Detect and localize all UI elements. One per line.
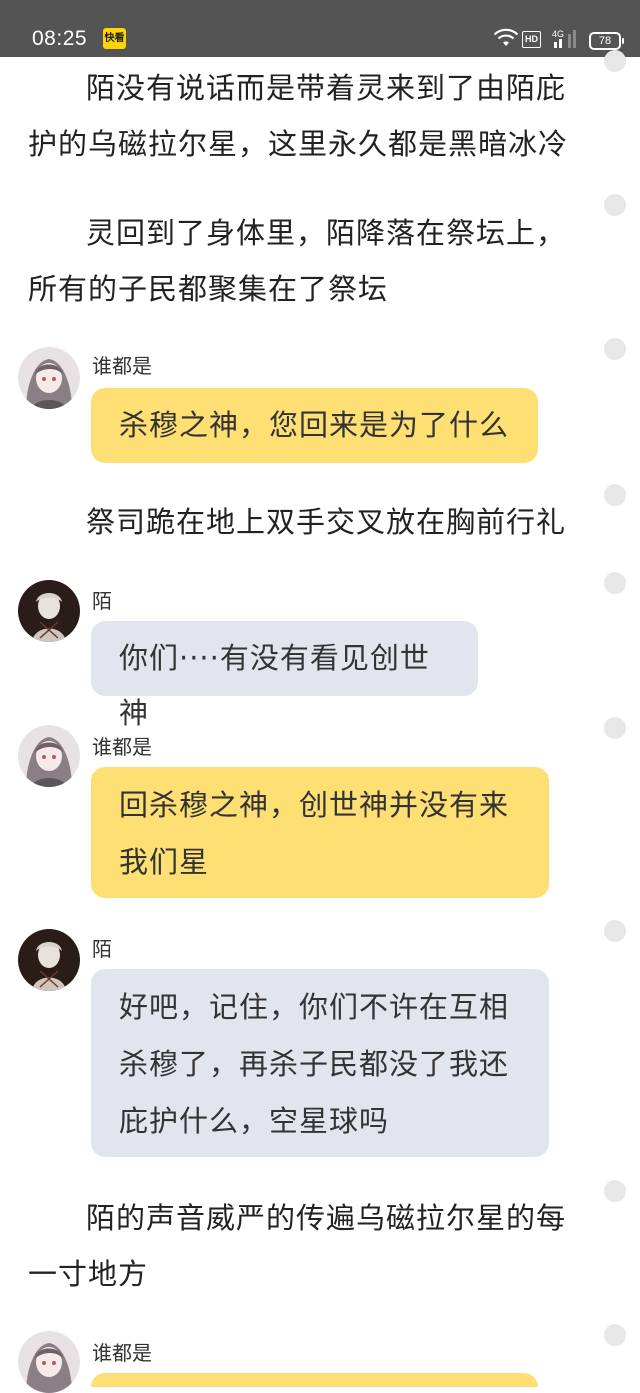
hd-icon: HD xyxy=(522,31,541,48)
comment-dot-icon[interactable] xyxy=(604,338,626,360)
comment-dot-icon[interactable] xyxy=(604,572,626,594)
girl-avatar-icon xyxy=(18,1331,80,1393)
avatar[interactable] xyxy=(18,929,80,991)
comment-dot-icon[interactable] xyxy=(604,50,626,72)
speaker-name: 陌 xyxy=(92,937,112,961)
girl-avatar-icon xyxy=(18,725,80,787)
message-bubble: 回杀穆之神，创世神并没有来我们星 xyxy=(91,767,549,898)
message-bubble: 杀穆之神，您回来是为了什么 xyxy=(91,388,538,463)
speaker-name: 谁都是 xyxy=(92,1341,152,1365)
message-bubble: 你们····有没有看见创世神 xyxy=(91,621,478,730)
boy-avatar-icon xyxy=(18,929,80,991)
status-bar: 08:25 快看 HD 4G 78 xyxy=(0,0,640,57)
comment-dot-icon[interactable] xyxy=(604,1324,626,1346)
avatar[interactable] xyxy=(18,580,80,642)
speaker-name: 谁都是 xyxy=(92,735,152,759)
message-bubble: 好吧，记住，你们不许在互相杀穆了，再杀子民都没了我还庇护什么，空星球吗 xyxy=(91,969,549,1157)
narration-text: 陌的声音威严的传遍乌磁拉尔星的每一寸地方 xyxy=(28,1201,567,1291)
speaker-name: 谁都是 xyxy=(92,354,152,378)
speaker-name: 陌 xyxy=(92,589,112,613)
avatar[interactable] xyxy=(18,1331,80,1393)
narration-text: 陌没有说话而是带着灵来到了由陌庇护的乌磁拉尔星，这里永久都是黑暗冰冷 xyxy=(28,71,569,161)
comment-dot-icon[interactable] xyxy=(604,717,626,739)
wifi-icon xyxy=(493,28,519,46)
clock: 08:25 xyxy=(32,27,88,50)
signal-4g-icon: 4G xyxy=(552,29,576,48)
kuaikan-app-icon: 快看 xyxy=(103,28,126,49)
comment-dot-icon[interactable] xyxy=(604,920,626,942)
message-bubble xyxy=(91,1373,538,1387)
comment-dot-icon[interactable] xyxy=(604,1180,626,1202)
battery-icon: 78 xyxy=(589,32,624,50)
avatar[interactable] xyxy=(18,725,80,787)
girl-avatar-icon xyxy=(18,347,80,409)
avatar[interactable] xyxy=(18,347,80,409)
comment-dot-icon[interactable] xyxy=(604,194,626,216)
svg-text:4G: 4G xyxy=(552,29,564,39)
boy-avatar-icon xyxy=(18,580,80,642)
narration-text: 灵回到了身体里，陌降落在祭坛上，所有的子民都聚集在了祭坛 xyxy=(28,216,567,306)
comment-dot-icon[interactable] xyxy=(604,484,626,506)
narration-text: 祭司跪在地上双手交叉放在胸前行礼 xyxy=(86,505,567,539)
